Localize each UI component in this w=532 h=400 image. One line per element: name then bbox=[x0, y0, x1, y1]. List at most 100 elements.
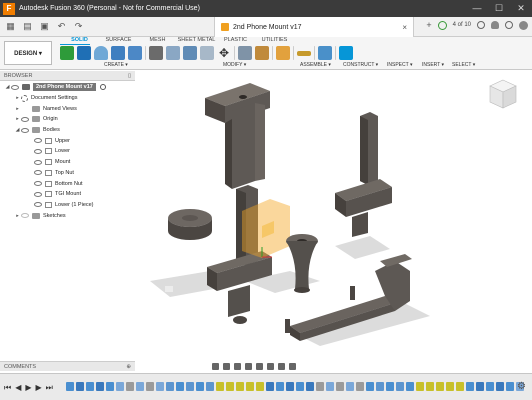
timeline-feature-icon[interactable] bbox=[146, 382, 154, 391]
visibility-eye-icon[interactable] bbox=[34, 181, 42, 187]
visibility-eye-icon[interactable] bbox=[34, 191, 42, 197]
timeline-feature-icon[interactable] bbox=[266, 382, 274, 391]
timeline-feature-icon[interactable] bbox=[186, 382, 194, 391]
tree-item-origin[interactable]: ▸ Origin bbox=[0, 114, 135, 125]
viewports-icon[interactable] bbox=[289, 362, 296, 370]
move-icon[interactable]: ✥ bbox=[217, 46, 231, 60]
grid-settings-icon[interactable] bbox=[278, 362, 285, 370]
file-menu-icon[interactable]: ▤ bbox=[21, 20, 34, 33]
timeline-feature-icon[interactable] bbox=[166, 382, 174, 391]
step-forward-icon[interactable]: ▶ bbox=[36, 383, 42, 393]
body-item-bottom-nut[interactable]: Bottom Nut bbox=[0, 178, 135, 189]
close-tab-icon[interactable]: × bbox=[402, 23, 407, 32]
insert-image-icon[interactable] bbox=[318, 46, 332, 60]
fit-icon[interactable] bbox=[256, 362, 263, 370]
timeline-feature-icon[interactable] bbox=[156, 382, 164, 391]
timeline-feature-icon[interactable] bbox=[116, 382, 124, 391]
timeline-feature-icon[interactable] bbox=[456, 382, 464, 391]
timeline-feature-icon[interactable] bbox=[436, 382, 444, 391]
collapse-arrow-icon[interactable]: ◢ bbox=[4, 84, 11, 90]
timeline-feature-icon[interactable] bbox=[66, 382, 74, 391]
timeline-feature-icon[interactable] bbox=[136, 382, 144, 391]
create-menu[interactable]: CREATE ▾ bbox=[104, 62, 128, 68]
look-at-icon[interactable] bbox=[223, 362, 230, 370]
body-item-upper[interactable]: Upper bbox=[0, 135, 135, 146]
revolve-icon[interactable] bbox=[94, 46, 108, 60]
document-tab[interactable]: 2nd Phone Mount v17 × bbox=[214, 17, 414, 37]
construction-plane[interactable] bbox=[242, 199, 290, 258]
timeline-feature-icon[interactable] bbox=[196, 382, 204, 391]
viewcube-icon[interactable] bbox=[488, 78, 518, 110]
timeline-feature-icon[interactable] bbox=[386, 382, 394, 391]
tree-item-sketches[interactable]: ▸ Sketches bbox=[0, 210, 135, 221]
expand-arrow-icon[interactable]: ▸ bbox=[14, 213, 21, 219]
body-item-lower[interactable]: Lower bbox=[0, 146, 135, 157]
undo-icon[interactable]: ↶ bbox=[55, 20, 68, 33]
offset-plane-icon[interactable] bbox=[276, 46, 290, 60]
comments-panel[interactable]: COMMENTS ⊕ bbox=[0, 361, 135, 371]
timeline-feature-icon[interactable] bbox=[296, 382, 304, 391]
timeline-feature-icon[interactable] bbox=[486, 382, 494, 391]
visibility-eye-icon[interactable] bbox=[34, 138, 42, 144]
play-icon[interactable]: ▶ bbox=[25, 383, 31, 393]
timeline-feature-icon[interactable] bbox=[476, 382, 484, 391]
extrude-icon[interactable] bbox=[77, 46, 91, 60]
timeline-feature-icon[interactable] bbox=[496, 382, 504, 391]
timeline-feature-icon[interactable] bbox=[236, 382, 244, 391]
upper-body[interactable] bbox=[205, 83, 270, 189]
collapse-arrow-icon[interactable]: ◢ bbox=[14, 127, 21, 133]
timeline-feature-icon[interactable] bbox=[336, 382, 344, 391]
tree-item-named-views[interactable]: ▸ Named Views bbox=[0, 103, 135, 114]
timeline-feature-icon[interactable] bbox=[126, 382, 134, 391]
insert-menu[interactable]: INSERT ▾ bbox=[422, 62, 444, 68]
new-tab-icon[interactable]: + bbox=[426, 20, 431, 30]
select-menu[interactable]: SELECT ▾ bbox=[452, 62, 475, 68]
assemble-menu[interactable]: ASSEMBLE ▾ bbox=[300, 62, 331, 68]
comments-toggle-icon[interactable]: ⊕ bbox=[126, 362, 131, 372]
timeline-feature-icon[interactable] bbox=[366, 382, 374, 391]
pin-icon[interactable]: ▯ bbox=[128, 71, 131, 81]
pan-icon[interactable] bbox=[234, 362, 241, 370]
timeline-feature-icon[interactable] bbox=[76, 382, 84, 391]
timeline-feature-icon[interactable] bbox=[346, 382, 354, 391]
timeline-feature-icon[interactable] bbox=[306, 382, 314, 391]
new-component-icon[interactable] bbox=[238, 46, 252, 60]
tab-utilities[interactable]: UTILITIES bbox=[255, 37, 294, 45]
timeline-feature-icon[interactable] bbox=[466, 382, 474, 391]
visibility-eye-icon[interactable] bbox=[34, 148, 42, 154]
lower-one-piece-body[interactable] bbox=[285, 254, 412, 341]
redo-icon[interactable]: ↷ bbox=[72, 20, 85, 33]
timeline-feature-icon[interactable] bbox=[426, 382, 434, 391]
timeline-feature-icon[interactable] bbox=[316, 382, 324, 391]
tab-sheet-metal[interactable]: SHEET METAL bbox=[177, 37, 216, 45]
data-panel-icon[interactable]: ▦ bbox=[4, 20, 17, 33]
account-icon[interactable] bbox=[519, 20, 528, 30]
active-indicator-icon[interactable] bbox=[99, 84, 106, 91]
minimize-button[interactable]: — bbox=[466, 3, 488, 14]
lower-body[interactable] bbox=[207, 185, 272, 324]
top-nut[interactable] bbox=[168, 209, 212, 240]
expand-arrow-icon[interactable]: ▸ bbox=[14, 95, 21, 101]
timeline-feature-icon[interactable] bbox=[506, 382, 514, 391]
extensions-icon[interactable] bbox=[477, 21, 485, 29]
fillet-icon[interactable] bbox=[166, 46, 180, 60]
timeline-feature-icon[interactable] bbox=[86, 382, 94, 391]
visibility-eye-icon[interactable] bbox=[34, 170, 42, 176]
timeline-feature-icon[interactable] bbox=[396, 382, 404, 391]
tab-surface[interactable]: SURFACE bbox=[99, 37, 138, 45]
notifications-icon[interactable] bbox=[491, 21, 499, 29]
body-item-top-nut[interactable]: Top Nut bbox=[0, 168, 135, 179]
visibility-eye-icon[interactable] bbox=[21, 213, 29, 219]
joint-icon[interactable] bbox=[255, 46, 269, 60]
tree-root[interactable]: ◢ 2nd Phone Mount v17 bbox=[0, 82, 135, 93]
timeline-feature-icon[interactable] bbox=[176, 382, 184, 391]
press-pull-icon[interactable] bbox=[149, 46, 163, 60]
visibility-eye-icon[interactable] bbox=[34, 202, 42, 208]
display-settings-icon[interactable] bbox=[267, 362, 274, 370]
help-icon[interactable] bbox=[505, 21, 513, 29]
go-to-start-icon[interactable]: ⏮ bbox=[4, 383, 11, 393]
timeline-feature-icon[interactable] bbox=[206, 382, 214, 391]
browser-header[interactable]: BROWSER ▯ bbox=[0, 71, 135, 81]
job-status-icon[interactable] bbox=[437, 20, 447, 30]
timeline-feature-icon[interactable] bbox=[406, 382, 414, 391]
